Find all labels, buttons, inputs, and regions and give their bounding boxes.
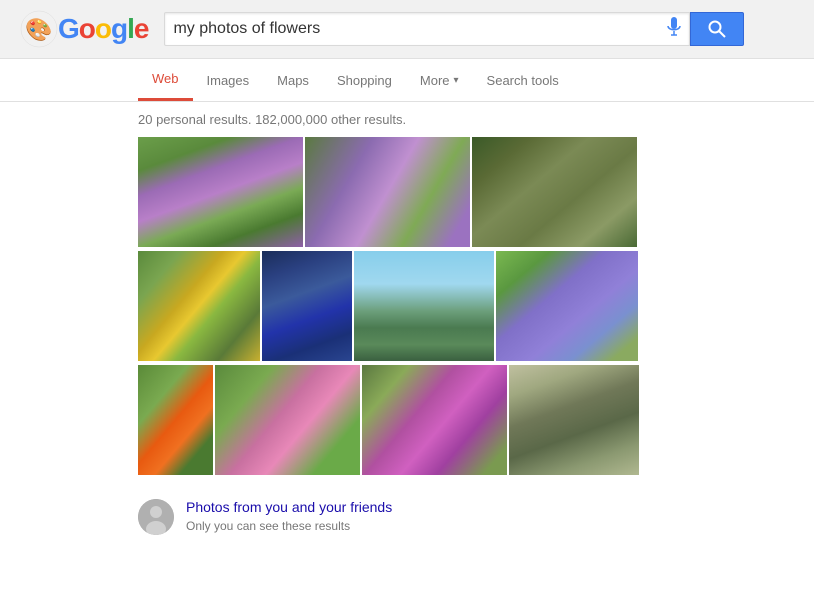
image-grid	[0, 133, 814, 487]
image-11[interactable]	[509, 365, 639, 475]
tab-maps[interactable]: Maps	[263, 61, 323, 100]
image-row-1	[138, 137, 676, 247]
search-icon	[708, 20, 726, 38]
image-7[interactable]	[496, 251, 638, 361]
nav-bar: Web Images Maps Shopping More ▾ Search t…	[0, 59, 814, 102]
social-subtitle: Only you can see these results	[186, 519, 392, 533]
microphone-icon[interactable]	[667, 17, 681, 42]
google-logo-icon: 🎨	[20, 10, 58, 48]
image-9[interactable]	[215, 365, 360, 475]
header: 🎨 Google my photos of flowers	[0, 0, 814, 59]
tab-more[interactable]: More ▾	[406, 61, 473, 100]
chevron-down-icon: ▾	[454, 75, 459, 86]
image-2[interactable]	[305, 137, 470, 247]
avatar-image	[138, 499, 174, 535]
tab-shopping[interactable]: Shopping	[323, 61, 406, 100]
svg-text:🎨: 🎨	[25, 16, 52, 42]
tab-web[interactable]: Web	[138, 59, 193, 101]
avatar	[138, 499, 174, 535]
social-title[interactable]: Photos from you and your friends	[186, 499, 392, 515]
social-result: Photos from you and your friends Only yo…	[0, 487, 814, 551]
image-1[interactable]	[138, 137, 303, 247]
image-row-3	[138, 365, 676, 475]
search-input-container: my photos of flowers	[164, 12, 690, 46]
image-5[interactable]	[262, 251, 352, 361]
search-button[interactable]	[690, 12, 744, 46]
image-8[interactable]	[138, 365, 213, 475]
search-bar: my photos of flowers	[164, 12, 744, 46]
image-3[interactable]	[472, 137, 637, 247]
tab-images[interactable]: Images	[193, 61, 264, 100]
image-10[interactable]	[362, 365, 507, 475]
tab-search-tools[interactable]: Search tools	[473, 61, 573, 100]
search-input[interactable]: my photos of flowers	[173, 20, 661, 38]
results-summary: 20 personal results. 182,000,000 other r…	[0, 102, 814, 133]
google-logo[interactable]: 🎨 Google	[20, 10, 148, 48]
image-row-2	[138, 251, 676, 361]
social-text: Photos from you and your friends Only yo…	[186, 499, 392, 533]
image-4[interactable]	[138, 251, 260, 361]
image-6[interactable]	[354, 251, 494, 361]
